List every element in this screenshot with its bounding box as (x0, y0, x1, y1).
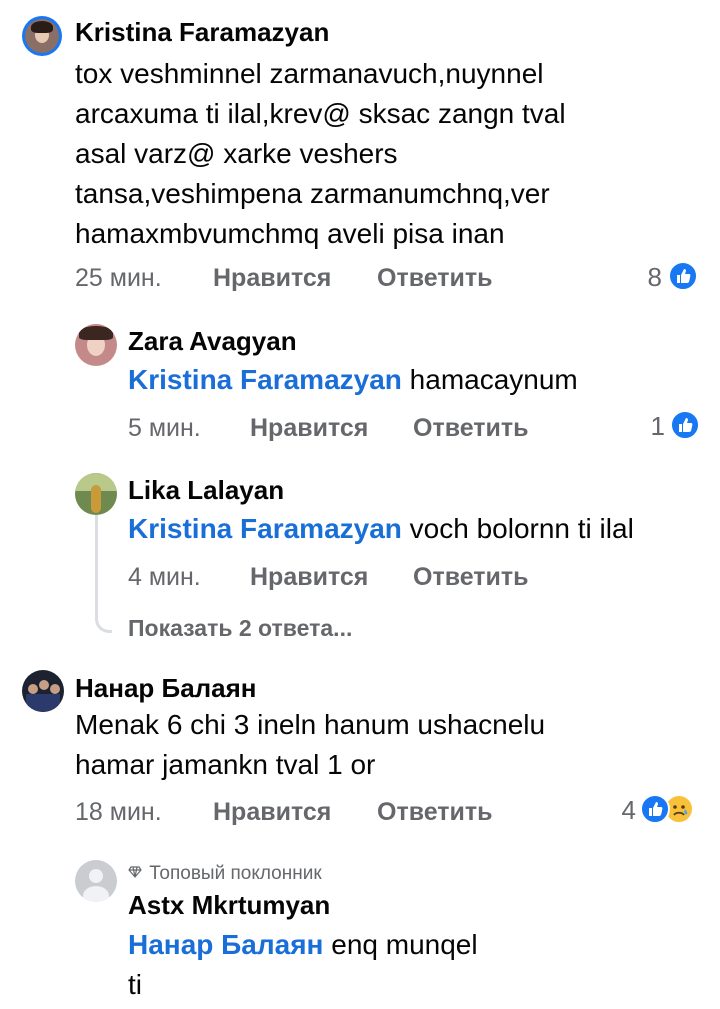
avatar[interactable] (75, 473, 117, 515)
comment-line: Menak 6 chi 3 ineln hanum ushacnelu (75, 709, 546, 740)
reply-text-continued: ti (128, 969, 142, 1000)
like-button[interactable]: Нравится (250, 413, 368, 443)
like-button[interactable]: Нравится (250, 562, 368, 592)
comment-author[interactable]: Astx Mkrtumyan (128, 890, 330, 920)
avatar[interactable] (22, 670, 64, 712)
avatar[interactable] (75, 324, 117, 366)
reply-button[interactable]: Ответить (413, 413, 529, 443)
mention-link[interactable]: Kristina Faramazyan (128, 364, 402, 395)
thread-line (95, 515, 98, 605)
top-fan-badge: Топовый поклонник (128, 862, 322, 886)
reply-text: hamacaynum (401, 364, 578, 395)
comment-time[interactable]: 18 мин. (75, 797, 162, 827)
comment-text: tox veshminnel zarmanavuch,nuynnel arcax… (75, 54, 695, 254)
comment-text: Kristina Faramazyan hamacaynum (128, 360, 578, 400)
like-reaction-icon (640, 794, 670, 824)
thread-curve (95, 600, 112, 633)
comment-author[interactable]: Lika Lalayan (128, 475, 284, 505)
comment-time[interactable]: 4 мин. (128, 562, 201, 592)
reaction-count[interactable]: 1 (625, 411, 665, 441)
reaction-count[interactable]: 4 (598, 795, 636, 825)
comment-author[interactable]: Нанар Балаян (75, 673, 257, 703)
like-reaction-icon (670, 410, 700, 440)
reply-button[interactable]: Ответить (377, 797, 493, 827)
avatar[interactable] (22, 16, 62, 56)
reply-text: enq munqel (323, 929, 478, 960)
comment-line: arcaxuma ti ilal,krev@ sksac zangn tval (75, 98, 566, 129)
comment-line: tox veshminnel zarmanavuch,nuynnel (75, 58, 544, 89)
mention-link[interactable]: Нанар Балаян (128, 929, 323, 960)
like-button[interactable]: Нравится (213, 797, 331, 827)
diamond-icon (128, 862, 144, 886)
reaction-count[interactable]: 8 (620, 262, 662, 292)
comment-line: asal varz@ xarke veshers (75, 138, 398, 169)
comment-author[interactable]: Kristina Faramazyan (75, 17, 329, 47)
comment-line: hamaxmbvumchmq aveli pisa inan (75, 218, 505, 249)
comment-line: hamar jamankn tval 1 or (75, 749, 376, 780)
like-reaction-icon (668, 261, 698, 291)
comment-time[interactable]: 5 мин. (128, 413, 201, 443)
comment-author[interactable]: Zara Avagyan (128, 326, 297, 356)
show-replies-link[interactable]: Показать 2 ответа... (128, 613, 352, 643)
like-button[interactable]: Нравится (213, 263, 331, 293)
comment-time[interactable]: 25 мин. (75, 263, 162, 293)
avatar-placeholder[interactable] (75, 860, 117, 902)
comment-line: tansa,veshimpena zarmanumchnq,ver (75, 178, 550, 209)
comment-text: Menak 6 chi 3 ineln hanum ushacnelu hama… (75, 705, 695, 785)
reply-button[interactable]: Ответить (377, 263, 493, 293)
reply-button[interactable]: Ответить (413, 562, 529, 592)
comment-text: Нанар Балаян enq munqel ti (128, 925, 688, 1005)
comment-text: Kristina Faramazyan voch bolornn ti ilal (128, 509, 634, 549)
reply-text: voch bolornn ti ilal (401, 513, 634, 544)
mention-link[interactable]: Kristina Faramazyan (128, 513, 402, 544)
